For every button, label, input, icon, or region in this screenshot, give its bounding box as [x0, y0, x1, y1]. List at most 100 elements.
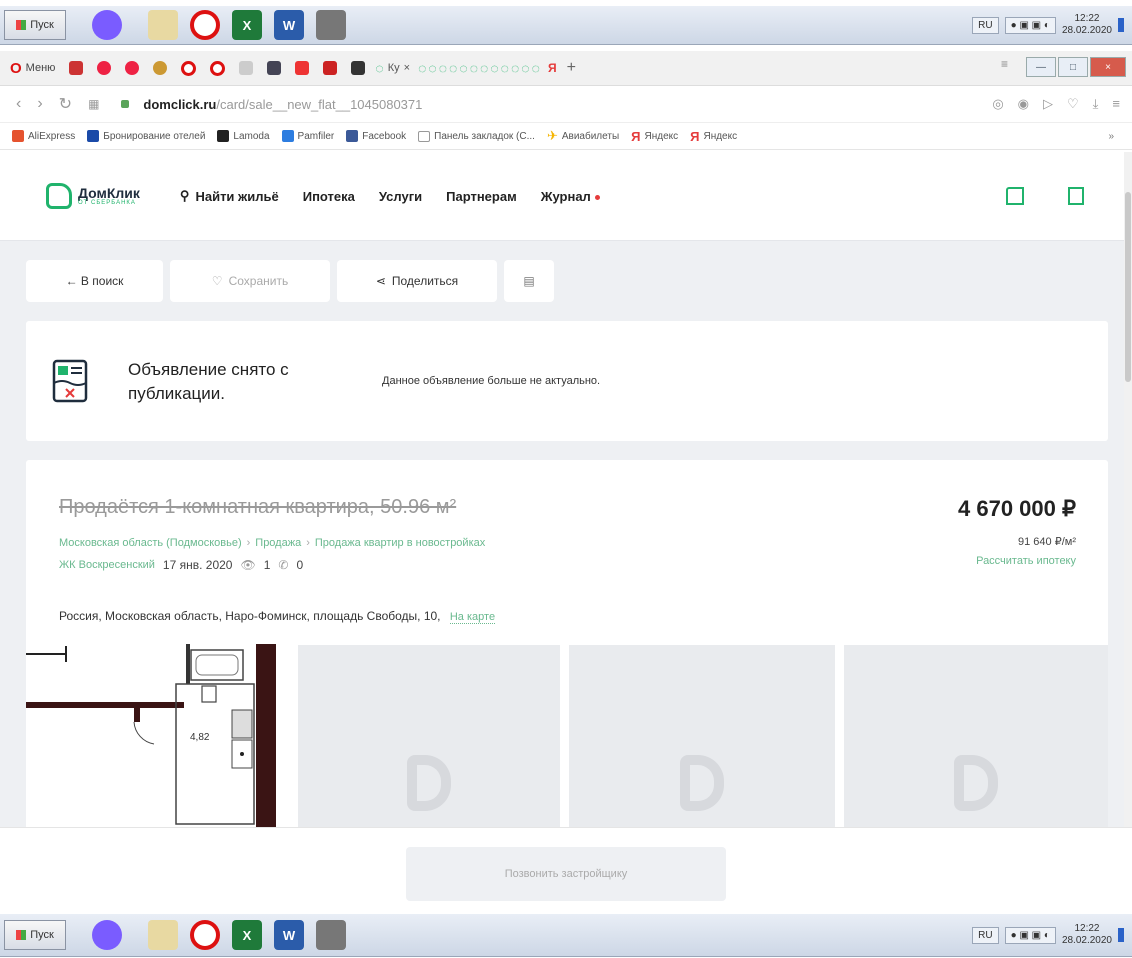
tab-favicon[interactable]	[210, 60, 226, 76]
folder-icon[interactable]	[148, 10, 178, 40]
play-icon[interactable]: ▷	[1043, 96, 1053, 112]
start-button[interactable]: Пуск	[4, 10, 66, 40]
map-link[interactable]: На карте	[449, 611, 496, 624]
tab-favicon[interactable]	[239, 61, 254, 75]
bookmark-aliexpress[interactable]: AliExpress	[12, 130, 75, 142]
yandex-tab-icon[interactable]: Я	[548, 61, 557, 75]
tab-favicon[interactable]	[153, 61, 168, 75]
close-tab-icon[interactable]: ×	[404, 62, 410, 74]
breadcrumb-item[interactable]: Продажа квартир в новостройках	[315, 537, 485, 549]
page-scrollbar[interactable]	[1124, 152, 1132, 827]
bookmark-aviabilety[interactable]: ✈ Авиабилеты	[547, 128, 619, 144]
floor-plan-image[interactable]: 4,82	[26, 644, 276, 827]
forward-icon[interactable]: ›	[37, 95, 42, 113]
bookmark-yandex[interactable]: Я Яндекс	[690, 129, 737, 144]
tab-menu-icon[interactable]: ≡	[1001, 57, 1008, 77]
excel-icon[interactable]: X	[232, 920, 262, 950]
show-desktop-button[interactable]	[1118, 18, 1124, 32]
tab-favicon[interactable]	[125, 61, 140, 75]
tab-favicon[interactable]	[181, 60, 197, 76]
maximize-button[interactable]: □	[1058, 57, 1088, 77]
start-button[interactable]: Пуск	[4, 920, 66, 950]
calls-count: 0	[296, 558, 304, 572]
tab-favicon[interactable]	[295, 61, 310, 75]
nav-partners[interactable]: Партнерам	[446, 189, 517, 204]
alice-icon[interactable]	[92, 10, 122, 40]
breadcrumb-item[interactable]: Московская область (Подмосковье)	[59, 537, 242, 549]
tab-favicon[interactable]	[351, 61, 366, 75]
word-icon[interactable]: W	[274, 920, 304, 950]
url-field[interactable]: domclick.ru/card/sale__new_flat__1045080…	[143, 97, 422, 112]
bookmark-folder[interactable]: Панель закладок (С...	[418, 130, 535, 142]
tab-favicons-group[interactable]: ◌◌◌◌◌◌◌◌◌◌◌◌	[418, 60, 542, 76]
photo-placeholder[interactable]	[569, 645, 835, 827]
opera-icon[interactable]	[190, 10, 220, 40]
language-indicator[interactable]: RU	[972, 926, 999, 944]
language-indicator[interactable]: RU	[972, 16, 999, 34]
minimize-button[interactable]: —	[1026, 57, 1056, 77]
home-icon[interactable]	[1006, 187, 1024, 205]
download-icon[interactable]: ⤓	[1093, 96, 1099, 112]
camera-icon[interactable]: ◎	[992, 96, 1003, 112]
booking-icon	[87, 130, 100, 142]
photo-placeholder[interactable]	[298, 645, 560, 827]
vpn-icon[interactable]: ◉	[1018, 96, 1029, 112]
floor-plan-drawing	[26, 644, 276, 827]
lock-icon[interactable]	[121, 100, 130, 108]
domclick-logo[interactable]: ДомКлик ОТ СБЕРБАНКА	[46, 183, 140, 209]
aliexpress-icon	[12, 130, 24, 142]
print-button[interactable]: ▤	[504, 260, 554, 302]
tab-active[interactable]: ◌ Ку ×	[375, 60, 410, 76]
login-icon[interactable]	[1068, 187, 1084, 205]
complex-link[interactable]: ЖК Воскресенский	[59, 559, 155, 571]
tray-icons[interactable]: ● ▣ ▣ ◐	[1004, 16, 1056, 34]
new-tab-icon[interactable]: +	[567, 59, 576, 77]
system-tray: RU ● ▣ ▣ ◐ 12:22 28.02.2020	[972, 920, 1124, 950]
clock[interactable]: 12:22 28.02.2020	[1062, 13, 1112, 37]
bookmark-lamoda[interactable]: Lamoda	[217, 130, 270, 142]
bookmark-pamfiler[interactable]: Pamfiler	[281, 130, 334, 142]
bookmark-yandex[interactable]: Я Яндекс	[631, 129, 678, 144]
windows-flag-icon	[16, 20, 27, 30]
heart-icon[interactable]: ♡	[1067, 96, 1079, 112]
back-to-search-button[interactable]: ← В поиск	[26, 260, 163, 302]
show-desktop-button[interactable]	[1118, 928, 1124, 942]
calculate-mortgage-link[interactable]: Рассчитать ипотеку	[976, 555, 1076, 567]
nav-services[interactable]: Услуги	[379, 189, 422, 204]
close-window-button[interactable]: ×	[1090, 57, 1126, 77]
domclick-logo-icon	[46, 183, 72, 209]
opera-menu-button[interactable]: O Меню	[10, 60, 55, 77]
opera-icon[interactable]	[190, 920, 220, 950]
app-icon[interactable]	[316, 920, 346, 950]
folder-icon[interactable]	[148, 920, 178, 950]
share-button[interactable]: ⋖ Поделиться	[337, 260, 497, 302]
breadcrumb-item[interactable]: Продажа	[255, 537, 301, 549]
excel-icon[interactable]: X	[232, 10, 262, 40]
tab-favicon[interactable]	[323, 61, 338, 75]
nav-search[interactable]: ⚲ Найти жильё	[180, 188, 279, 204]
eye-icon: 👁	[240, 558, 256, 572]
tray-icons[interactable]: ● ▣ ▣ ◐	[1004, 926, 1056, 944]
call-developer-button[interactable]: Позвонить застройщику	[406, 847, 726, 901]
listing-title: Продаётся 1-комнатная квартира, 50.96 м²	[59, 496, 457, 518]
reload-icon[interactable]: ↻	[59, 94, 72, 114]
bookmark-booking[interactable]: Бронирование отелей	[87, 130, 205, 142]
tab-favicon[interactable]	[69, 61, 84, 75]
menu-icon[interactable]: ≡	[1112, 96, 1120, 112]
bookmarks-overflow-icon[interactable]: »	[1108, 131, 1114, 142]
nav-journal[interactable]: Журнал	[541, 189, 600, 204]
alice-icon[interactable]	[92, 920, 122, 950]
main-nav: ⚲ Найти жильё Ипотека Услуги Партнерам Ж…	[180, 188, 600, 204]
speed-dial-icon[interactable]: ▦	[88, 97, 99, 111]
clock[interactable]: 12:22 28.02.2020	[1062, 923, 1112, 947]
app-icon[interactable]	[316, 10, 346, 40]
nav-mortgage[interactable]: Ипотека	[303, 189, 355, 204]
tab-favicon[interactable]	[97, 61, 112, 75]
back-icon[interactable]: ‹	[16, 95, 21, 113]
photo-placeholder[interactable]	[844, 645, 1108, 827]
tab-favicon[interactable]	[267, 61, 282, 75]
word-icon[interactable]: W	[274, 10, 304, 40]
bookmark-facebook[interactable]: Facebook	[346, 130, 406, 142]
save-button[interactable]: ♡ Сохранить	[170, 260, 330, 302]
scrollbar-thumb[interactable]	[1125, 192, 1131, 382]
